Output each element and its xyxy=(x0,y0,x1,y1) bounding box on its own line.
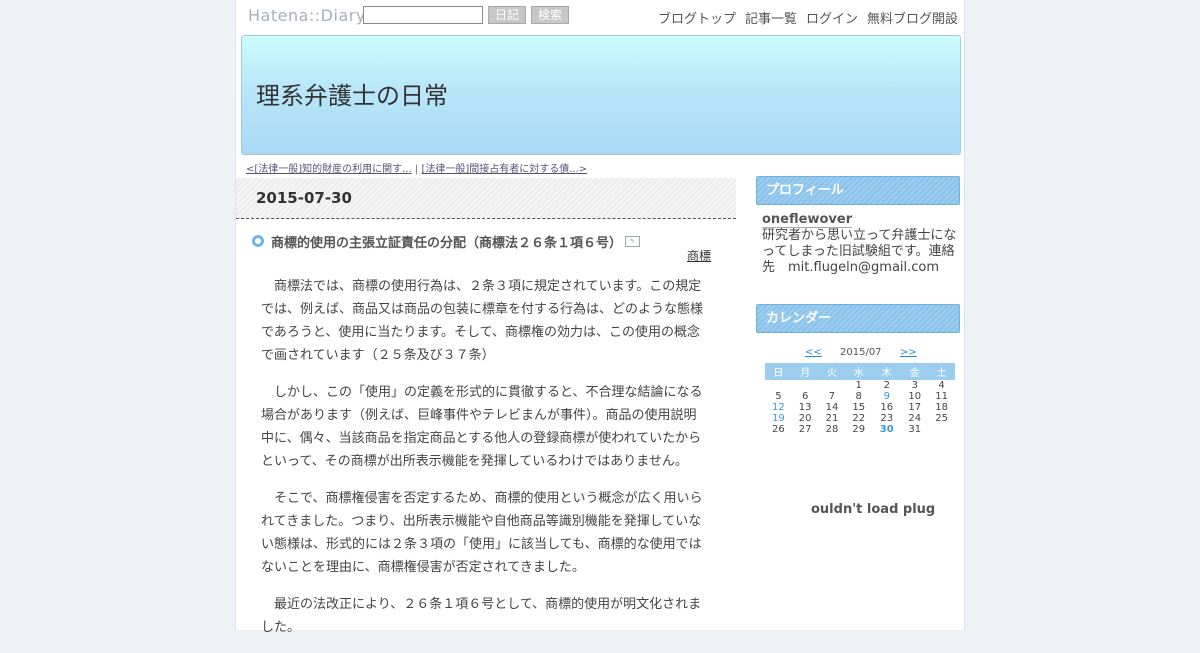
calendar-week-row: 19 20 21 22 23 24 25 xyxy=(765,413,955,424)
entry-body: 商標法では、商標の使用行為は、２条３項に規定されています。この規定では、例えば、… xyxy=(261,275,706,653)
calendar-day: 2 xyxy=(883,380,890,391)
calendar-month: 2015/07 xyxy=(840,347,882,358)
calendar-day: 4 xyxy=(938,380,945,391)
calendar-day: 27 xyxy=(798,424,812,435)
calendar-day: 14 xyxy=(825,402,839,413)
calendar-week-row: 26 27 28 29 30 31 xyxy=(765,424,955,435)
pager-separator: | xyxy=(414,164,419,175)
calendar-day xyxy=(765,380,792,391)
calendar-day: 3 xyxy=(911,380,918,391)
entry-paragraph: しかし、この「使用」の定義を形式的に貫徹すると、不合理な結論になる場合があります… xyxy=(261,385,703,469)
weekday-header: 水 xyxy=(845,363,873,380)
weekday-header: 日 xyxy=(765,363,792,380)
search-button[interactable]: 検索 xyxy=(531,6,569,24)
page-container: Hatena::Diary 日記 検索 ブログトップ 記事一覧 ログイン 無料ブ… xyxy=(235,0,966,635)
search-input[interactable] xyxy=(363,6,483,24)
entry-category-link[interactable]: 商標 xyxy=(687,247,711,264)
plugin-error-message: ouldn't load plug xyxy=(811,502,936,517)
calendar-nav: << 2015/07 >> xyxy=(765,347,955,361)
weekday-header: 土 xyxy=(928,363,955,380)
next-entry-link[interactable]: [法律一般]間接占有者に対する債...> xyxy=(421,164,587,175)
calendar-day[interactable]: 19 xyxy=(765,413,792,424)
login-link[interactable]: ログイン xyxy=(806,8,858,27)
calendar-day: 25 xyxy=(935,413,948,424)
sidebar: プロフィール oneflewover 研究者から思い立って弁護士になってしまった… xyxy=(756,176,960,517)
calendar-day: 23 xyxy=(880,413,894,424)
create-blog-link[interactable]: 無料ブログ開設 xyxy=(867,8,958,27)
blog-header: 理系弁護士の日常 xyxy=(241,35,961,155)
calendar-day: 31 xyxy=(908,424,922,435)
calendar-day: 26 xyxy=(772,424,785,435)
calendar-day: 24 xyxy=(908,413,922,424)
calendar-day: 11 xyxy=(935,391,948,402)
calendar-week-row: 12 13 14 15 16 17 18 xyxy=(765,402,955,413)
calendar-day[interactable]: 12 xyxy=(765,402,792,413)
prev-entry-link[interactable]: <[法律一般]知的財産の利用に関す... xyxy=(246,164,412,175)
calendar-heading: カレンダー xyxy=(756,304,960,333)
calendar-day: 1 xyxy=(855,380,862,391)
calendar-day: 10 xyxy=(908,391,922,402)
calendar-day: 29 xyxy=(852,424,866,435)
calendar-table: 日 月 火 水 木 金 土 1 2 3 4 5 6 7 8 9 10 11 12 13 14 15 16 17 1… xyxy=(765,363,955,435)
calendar-week-row: 5 6 7 8 9 10 11 xyxy=(765,391,955,402)
calendar-day: 15 xyxy=(852,402,866,413)
calendar-day: 5 xyxy=(775,391,782,402)
calendar-day: 17 xyxy=(908,402,922,413)
calendar-weekday-row: 日 月 火 水 木 金 土 xyxy=(765,363,955,380)
calendar-day xyxy=(819,380,846,391)
calendar-day: 13 xyxy=(798,402,812,413)
calendar-day[interactable]: 30 xyxy=(872,424,901,435)
top-bar: Hatena::Diary 日記 検索 ブログトップ 記事一覧 ログイン 無料ブ… xyxy=(236,0,966,32)
weekday-header: 火 xyxy=(818,363,846,380)
hatena-diary-logo[interactable]: Hatena::Diary xyxy=(248,6,366,25)
entry-title[interactable]: 商標的使用の主張立証責任の分配（商標法２６条１項６号） xyxy=(271,232,622,251)
calendar-day: 8 xyxy=(855,391,862,402)
weekday-header: 月 xyxy=(791,363,819,380)
calendar-day xyxy=(792,380,819,391)
calendar-day: 28 xyxy=(825,424,839,435)
entry-paragraph: 商標法では、商標の使用行為は、２条３項に規定されています。この規定では、例えば、… xyxy=(261,279,704,363)
calendar-day: 18 xyxy=(935,402,948,413)
blog-title[interactable]: 理系弁護士の日常 xyxy=(256,76,448,111)
calendar-day[interactable]: 9 xyxy=(872,391,901,402)
calendar-day: 20 xyxy=(798,413,812,424)
blog-top-link[interactable]: ブログトップ xyxy=(658,8,736,27)
calendar-prev-link[interactable]: << xyxy=(805,347,822,358)
calendar-body: 1 2 3 4 5 6 7 8 9 10 11 12 13 14 15 16 17 18 19 20 21 22 23 24 2… xyxy=(765,380,955,435)
calendar-week-row: 1 2 3 4 xyxy=(765,380,955,391)
profile-heading: プロフィール xyxy=(756,176,960,205)
calendar: << 2015/07 >> 日 月 火 水 木 金 土 12 3 4 5 6 7 8910 … xyxy=(765,347,955,435)
calendar-day: 7 xyxy=(828,391,836,402)
date-header: 2015-07-30 xyxy=(236,178,736,219)
edit-icon[interactable]: ✎ xyxy=(625,236,640,247)
entry-paragraph: そこで、商標権侵害を否定するため、商標的使用という概念が広く用いられてきました。… xyxy=(261,491,703,575)
calendar-day: 22 xyxy=(852,413,866,424)
profile-description: 研究者から思い立って弁護士になってしまった旧試験組です。連絡先 mit.flug… xyxy=(762,228,957,275)
entry-paragraph: 最近の法改正により、２６条１項６号として、商標的使用が明文化されました。 xyxy=(261,597,702,635)
entry-bullet-icon xyxy=(252,235,264,247)
calendar-day: 21 xyxy=(825,413,839,424)
weekday-header: 金 xyxy=(901,363,929,380)
diary-button[interactable]: 日記 xyxy=(488,6,526,24)
top-links: ブログトップ 記事一覧 ログイン 無料ブログ開設 xyxy=(658,8,958,27)
entry-pager: <[法律一般]知的財産の利用に関す... | [法律一般]間接占有者に対する債.… xyxy=(246,160,587,175)
weekday-header: 木 xyxy=(872,363,902,380)
article-list-link[interactable]: 記事一覧 xyxy=(745,8,797,27)
entry-date[interactable]: 2015-07-30 xyxy=(256,189,352,207)
calendar-day: 16 xyxy=(880,402,894,413)
calendar-day: 6 xyxy=(801,391,809,402)
calendar-next-link[interactable]: >> xyxy=(900,347,917,358)
profile-name-link[interactable]: oneflewover xyxy=(762,212,853,228)
calendar-day xyxy=(928,424,955,435)
